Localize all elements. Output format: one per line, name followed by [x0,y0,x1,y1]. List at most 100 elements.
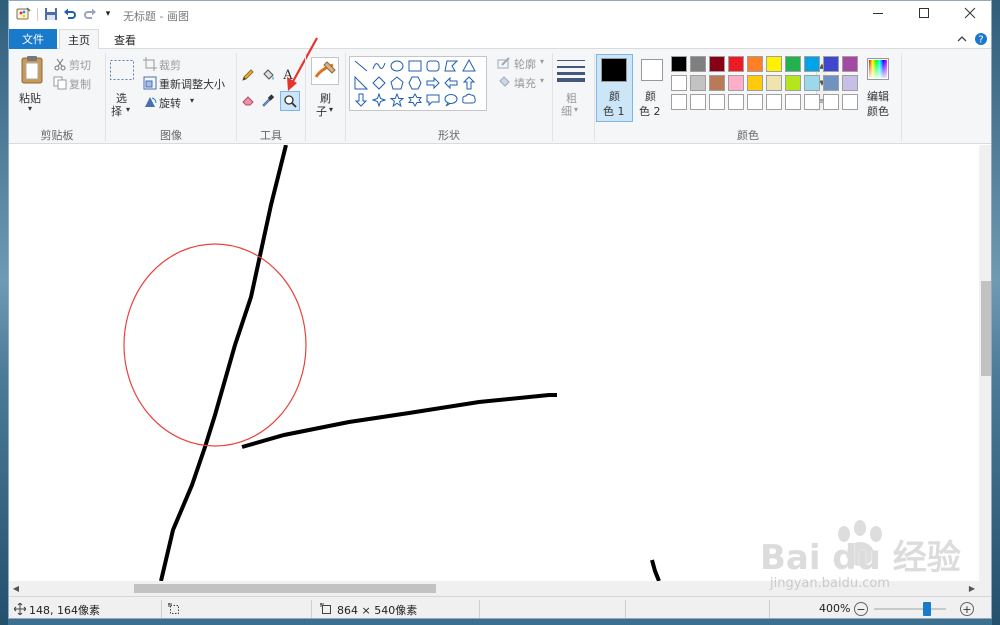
palette-swatch[interactable] [690,56,706,72]
palette-swatch[interactable] [728,94,744,110]
select-icon[interactable] [109,59,135,81]
zoom-slider[interactable] [874,608,946,610]
cut-button[interactable]: 剪切 [69,57,91,73]
palette-swatch[interactable] [842,75,858,91]
close-button[interactable] [947,1,991,29]
zoom-slider-thumb[interactable] [923,602,931,616]
color-2-label-line1[interactable]: 颜 [645,88,656,104]
palette-swatch[interactable] [823,94,839,110]
help-icon[interactable]: ? [974,32,988,46]
rotate-button[interactable]: 旋转 [159,95,181,111]
pencil-icon[interactable] [240,67,256,83]
brushes-label-line2[interactable]: 子 [316,103,327,119]
palette-swatch[interactable] [804,75,820,91]
oval-shape-icon[interactable] [389,58,405,74]
scroll-right-icon[interactable]: ▶ [965,581,979,595]
brushes-dropdown-icon[interactable]: ▾ [329,105,333,114]
rotate-dropdown-icon[interactable]: ▾ [190,96,194,105]
edit-colors-icon[interactable] [867,58,889,80]
palette-swatch[interactable] [823,75,839,91]
palette-swatch[interactable] [747,56,763,72]
horizontal-scrollbar[interactable]: ◀ ▶ [9,581,991,596]
horizontal-scroll-thumb[interactable] [134,584,436,593]
rounded-rectangle-shape-icon[interactable] [425,58,441,74]
resize-button[interactable]: 重新调整大小 [159,76,225,92]
palette-swatch[interactable] [766,75,782,91]
size-dropdown-icon[interactable]: ▾ [574,105,578,114]
tab-home[interactable]: 主页 [59,29,99,50]
redo-icon[interactable] [82,6,98,22]
size-icon[interactable] [553,56,589,84]
cloud-callout-shape-icon[interactable] [461,92,477,108]
six-point-star-shape-icon[interactable] [407,92,423,108]
scroll-left-icon[interactable]: ◀ [9,581,23,595]
line-shape-icon[interactable] [353,58,369,74]
palette-swatch[interactable] [671,56,687,72]
palette-swatch[interactable] [823,56,839,72]
maximize-button[interactable] [901,1,947,29]
outline-dropdown-icon[interactable]: ▾ [540,57,544,66]
right-arrow-shape-icon[interactable] [425,75,441,91]
brush-icon[interactable] [311,57,339,85]
palette-swatch[interactable] [671,75,687,91]
triangle-shape-icon[interactable] [461,58,477,74]
color-picker-icon[interactable] [260,92,276,108]
crop-button[interactable]: 裁剪 [159,57,181,73]
palette-swatch[interactable] [842,94,858,110]
select-label-line2[interactable]: 择 [111,103,122,119]
palette-swatch[interactable] [690,75,706,91]
color-1-button[interactable]: 颜 色 1 [596,54,633,122]
palette-swatch[interactable] [842,56,858,72]
drawing-canvas[interactable] [9,145,979,581]
palette-swatch[interactable] [804,56,820,72]
color-2-swatch[interactable] [641,59,663,81]
tab-view[interactable]: 查看 [105,29,145,50]
palette-swatch[interactable] [671,94,687,110]
palette-swatch[interactable] [785,56,801,72]
paste-dropdown-icon[interactable]: ▾ [28,104,32,113]
right-triangle-shape-icon[interactable] [353,75,369,91]
fill-button[interactable]: 填充 [514,75,536,91]
oval-callout-shape-icon[interactable] [443,92,459,108]
diamond-shape-icon[interactable] [371,75,387,91]
paste-icon[interactable] [19,53,45,85]
palette-swatch[interactable] [804,94,820,110]
color-2-label-line2[interactable]: 色 2 [639,103,661,119]
palette-swatch[interactable] [690,94,706,110]
copy-button[interactable]: 复制 [69,76,91,92]
fill-icon[interactable] [260,67,276,83]
size-label-line2[interactable]: 细 [561,103,572,119]
pentagon-shape-icon[interactable] [389,75,405,91]
eraser-icon[interactable] [240,92,256,108]
palette-swatch[interactable] [709,56,725,72]
four-point-star-shape-icon[interactable] [371,92,387,108]
customize-dropdown-icon[interactable]: ▾ [100,6,116,22]
paint-app-icon[interactable] [15,6,31,22]
outline-button[interactable]: 轮廓 [514,56,536,72]
rectangular-callout-shape-icon[interactable] [425,92,441,108]
left-arrow-shape-icon[interactable] [443,75,459,91]
palette-swatch[interactable] [785,75,801,91]
rectangle-shape-icon[interactable] [407,58,423,74]
palette-swatch[interactable] [709,94,725,110]
fill-dropdown-icon[interactable]: ▾ [540,76,544,85]
edit-colors-label-line2[interactable]: 颜色 [867,103,889,119]
zoom-in-button[interactable]: + [960,602,974,616]
chevron-up-icon[interactable] [955,32,969,46]
palette-swatch[interactable] [709,75,725,91]
palette-swatch[interactable] [747,94,763,110]
five-point-star-shape-icon[interactable] [389,92,405,108]
palette-swatch[interactable] [785,94,801,110]
select-dropdown-icon[interactable]: ▾ [126,105,130,114]
vertical-scroll-thumb[interactable] [981,281,991,376]
edit-colors-label-line1[interactable]: 编辑 [867,88,889,104]
palette-swatch[interactable] [747,75,763,91]
up-arrow-shape-icon[interactable] [461,75,477,91]
palette-swatch[interactable] [766,94,782,110]
down-arrow-shape-icon[interactable] [353,92,369,108]
curve-shape-icon[interactable] [371,58,387,74]
minimize-button[interactable] [855,1,901,29]
hexagon-shape-icon[interactable] [407,75,423,91]
tab-file[interactable]: 文件 [9,29,57,49]
polygon-shape-icon[interactable] [443,58,459,74]
